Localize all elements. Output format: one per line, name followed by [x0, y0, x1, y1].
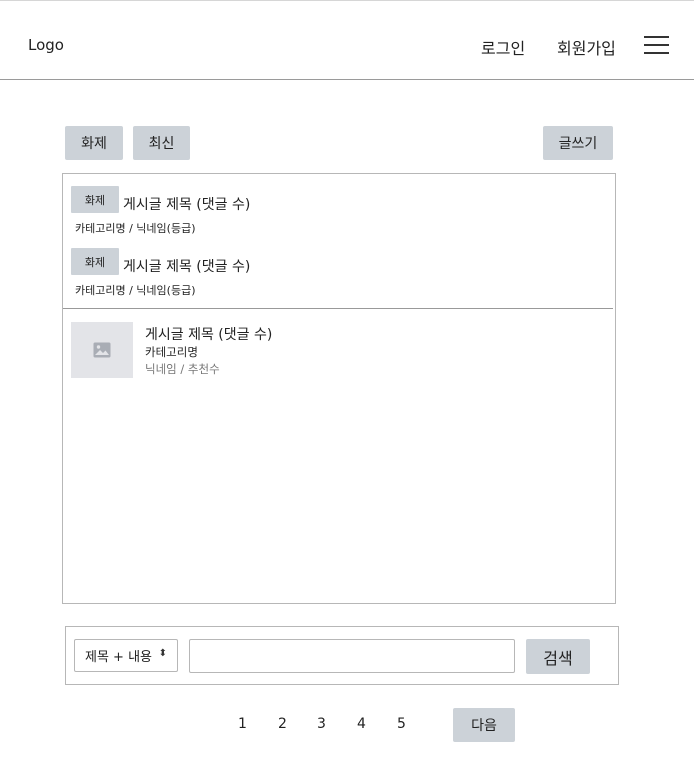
menu-line	[644, 52, 669, 54]
hamburger-menu-icon[interactable]	[644, 35, 669, 55]
tab-hot[interactable]: 화제	[65, 126, 123, 160]
post-thumbnail[interactable]	[71, 322, 133, 378]
search-button[interactable]: 검색	[526, 639, 590, 674]
post-meta: 카테고리명 / 닉네임(등급)	[75, 284, 196, 297]
logo[interactable]: Logo	[28, 36, 64, 54]
write-post-button[interactable]: 글쓰기	[543, 126, 613, 160]
menu-line	[644, 44, 669, 46]
post-title[interactable]: 게시글 제목 (댓글 수)	[123, 194, 250, 214]
page-4[interactable]: 4	[357, 716, 366, 732]
page-2[interactable]: 2	[278, 716, 287, 732]
search-scope-value: 제목 + 내용	[85, 650, 152, 665]
featured-post[interactable]: 화제 게시글 제목 (댓글 수) 카테고리명 / 닉네임(등급)	[63, 246, 613, 304]
image-placeholder-icon	[93, 342, 111, 358]
hot-badge: 화제	[71, 248, 119, 275]
post-title[interactable]: 게시글 제목 (댓글 수)	[123, 256, 250, 276]
post-board: 화제 게시글 제목 (댓글 수) 카테고리명 / 닉네임(등급) 화제 게시글 …	[62, 173, 616, 604]
search-input[interactable]	[189, 639, 515, 673]
post-meta: 카테고리명 / 닉네임(등급)	[75, 222, 196, 235]
post-category: 카테고리명	[145, 345, 198, 359]
tab-latest[interactable]: 최신	[133, 126, 190, 160]
signup-link[interactable]: 회원가입	[557, 35, 616, 59]
page-1[interactable]: 1	[238, 716, 247, 732]
list-item[interactable]: 게시글 제목 (댓글 수) 카테고리명 닉네임 / 추천수	[71, 322, 611, 378]
page-3[interactable]: 3	[317, 716, 326, 732]
menu-line	[644, 36, 669, 38]
featured-post[interactable]: 화제 게시글 제목 (댓글 수) 카테고리명 / 닉네임(등급)	[63, 184, 613, 242]
login-link[interactable]: 로그인	[481, 35, 525, 59]
post-author-recommend: 닉네임 / 추천수	[145, 362, 220, 376]
featured-posts: 화제 게시글 제목 (댓글 수) 카테고리명 / 닉네임(등급) 화제 게시글 …	[63, 174, 613, 309]
search-bar: 제목 + 내용 ⬍ 검색	[65, 626, 619, 685]
pagination: 1 2 3 4 5	[0, 716, 694, 736]
search-scope-select[interactable]: 제목 + 내용 ⬍	[74, 639, 178, 672]
site-header: Logo 로그인 회원가입	[0, 0, 694, 80]
post-title[interactable]: 게시글 제목 (댓글 수)	[145, 324, 272, 344]
hot-badge: 화제	[71, 186, 119, 213]
select-arrows-icon: ⬍	[158, 648, 167, 659]
next-page-button[interactable]: 다음	[453, 708, 515, 742]
page-5[interactable]: 5	[397, 716, 406, 732]
